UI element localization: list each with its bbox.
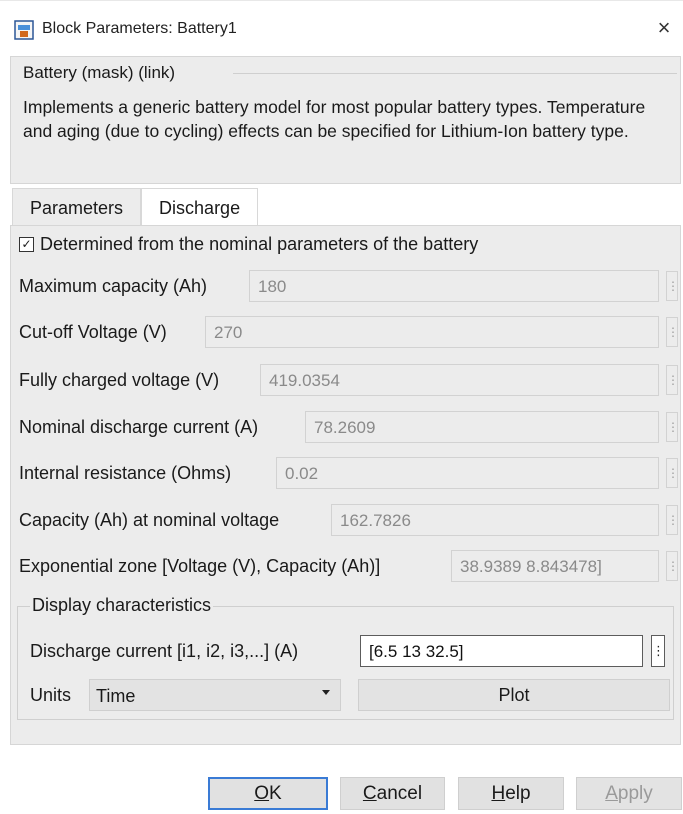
more-options-icon: ⋮ xyxy=(666,271,679,301)
more-options-icon: ⋮ xyxy=(666,505,679,535)
discharge-current-input[interactable]: [6.5 13 32.5] xyxy=(360,635,643,667)
param-fully-charged-voltage: Fully charged voltage (V) 419.0354 ⋮ xyxy=(19,364,679,396)
param-label: Nominal discharge current (A) xyxy=(19,417,259,437)
tab-parameters[interactable]: Parameters xyxy=(12,188,142,226)
tab-bar: Parameters Discharge xyxy=(12,188,259,226)
param-exponential-zone: Exponential zone [Voltage (V), Capacity … xyxy=(19,550,679,582)
more-options-icon: ⋮ xyxy=(666,365,679,395)
more-options-icon: ⋮ xyxy=(666,412,679,442)
param-value-field: 270 xyxy=(205,316,659,348)
discharge-panel: ✓ Determined from the nominal parameters… xyxy=(10,225,681,745)
param-label: Cut-off Voltage (V) xyxy=(19,322,167,342)
units-selected-value: Time xyxy=(96,686,136,706)
description-heading: Battery (mask) (link) xyxy=(23,63,176,82)
help-label-rest: elp xyxy=(505,783,531,804)
simulink-block-icon xyxy=(14,20,34,40)
param-internal-resistance: Internal resistance (Ohms) 0.02 ⋮ xyxy=(19,457,679,489)
param-value-field: 162.7826 xyxy=(331,504,659,536)
description-panel: Battery (mask) (link) Implements a gener… xyxy=(10,56,681,184)
display-characteristics-group: Display characteristics Discharge curren… xyxy=(17,595,674,720)
param-value-field: 38.9389 8.843478] xyxy=(451,550,659,582)
ok-label-rest: K xyxy=(269,783,282,804)
description-text: Implements a generic battery model for m… xyxy=(23,97,646,141)
param-label: Exponential zone [Voltage (V), Capacity … xyxy=(19,556,381,576)
cancel-button[interactable]: Cancel xyxy=(340,777,445,810)
param-nominal-discharge-current: Nominal discharge current (A) 78.2609 ⋮ xyxy=(19,411,679,443)
checkbox-label: Determined from the nominal parameters o… xyxy=(40,234,479,254)
close-icon[interactable]: × xyxy=(652,16,676,40)
cancel-mnemonic: C xyxy=(362,783,377,804)
tab-discharge[interactable]: Discharge xyxy=(141,188,259,226)
apply-button[interactable]: Apply xyxy=(576,777,682,810)
param-value-field: 0.02 xyxy=(276,457,659,489)
more-options-icon: ⋮ xyxy=(666,458,679,488)
plot-button[interactable]: Plot xyxy=(358,679,670,711)
param-label: Fully charged voltage (V) xyxy=(19,370,220,390)
ok-button[interactable]: OK xyxy=(208,777,328,810)
param-value-field: 180 xyxy=(249,270,659,302)
param-value-field: 419.0354 xyxy=(260,364,659,396)
param-label: Internal resistance (Ohms) xyxy=(19,463,232,483)
heading-divider xyxy=(233,73,677,74)
more-options-icon: ⋮ xyxy=(666,317,679,347)
group-title: Display characteristics xyxy=(30,595,214,616)
window-title: Block Parameters: Battery1 xyxy=(42,20,237,37)
param-cutoff-voltage: Cut-off Voltage (V) 270 ⋮ xyxy=(19,316,679,348)
title-bar: Block Parameters: Battery1 × xyxy=(0,0,683,56)
units-label: Units xyxy=(30,685,72,705)
param-label: Capacity (Ah) at nominal voltage xyxy=(19,510,280,530)
more-options-icon: ⋮ xyxy=(666,551,679,581)
param-label: Maximum capacity (Ah) xyxy=(19,276,208,296)
cancel-label-rest: ancel xyxy=(376,783,423,804)
param-maximum-capacity: Maximum capacity (Ah) 180 ⋮ xyxy=(19,270,679,302)
units-select[interactable]: Time xyxy=(89,679,341,711)
nominal-params-checkbox-row: ✓ Determined from the nominal parameters… xyxy=(19,234,478,255)
top-divider xyxy=(0,0,683,1)
apply-mnemonic: A xyxy=(605,783,618,804)
nominal-params-checkbox[interactable]: ✓ xyxy=(19,237,34,252)
chevron-down-icon xyxy=(322,690,330,695)
help-button[interactable]: Help xyxy=(458,777,564,810)
apply-label-rest: pply xyxy=(617,783,653,804)
more-options-icon[interactable]: ⋮ xyxy=(651,635,665,667)
param-capacity-at-nominal-voltage: Capacity (Ah) at nominal voltage 162.782… xyxy=(19,504,679,536)
ok-mnemonic: O xyxy=(254,783,270,804)
param-value-field: 78.2609 xyxy=(305,411,659,443)
discharge-current-label: Discharge current [i1, i2, i3,...] (A) xyxy=(30,641,299,661)
help-mnemonic: H xyxy=(491,783,506,804)
